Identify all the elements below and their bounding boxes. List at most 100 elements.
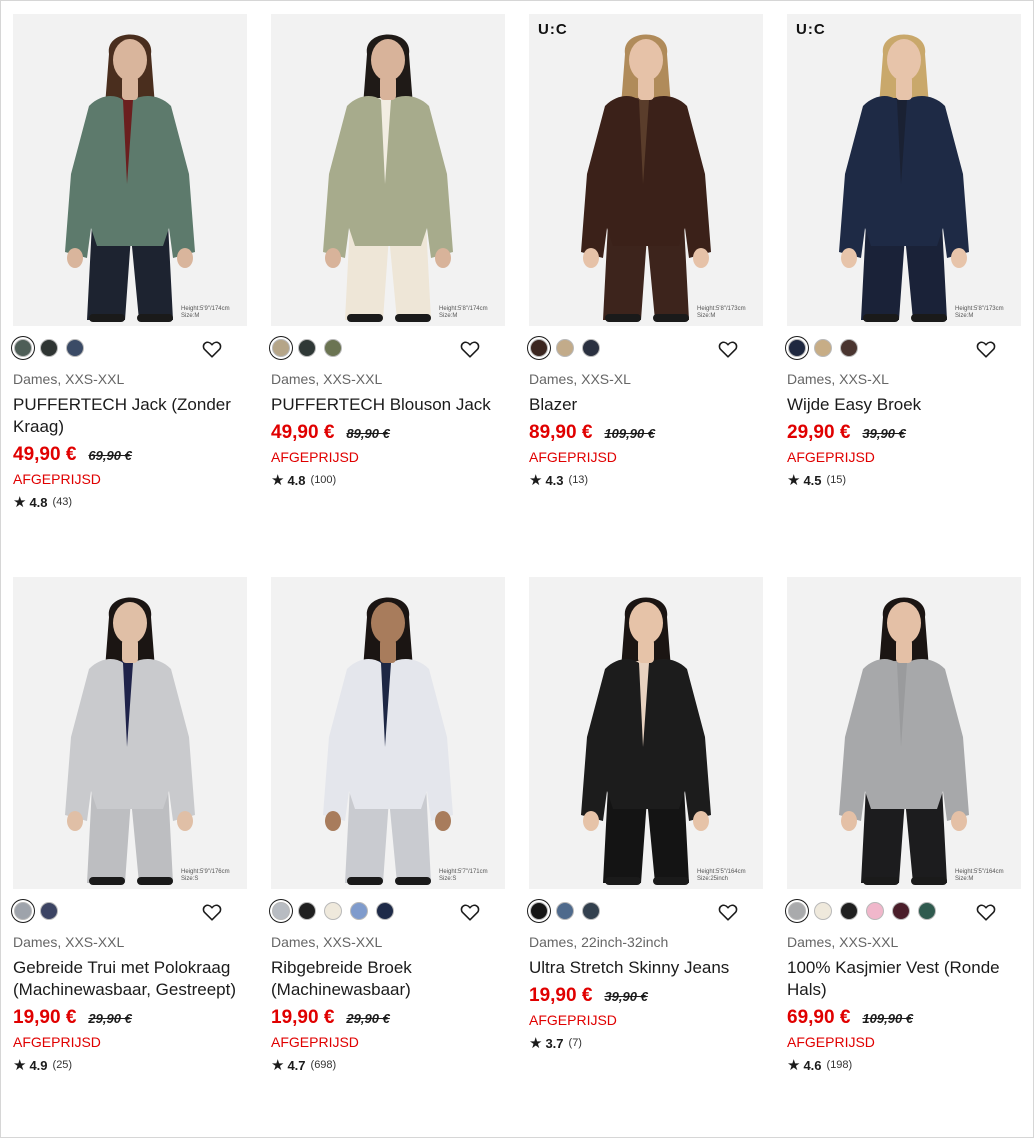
heart-outline-icon[interactable]: [717, 338, 739, 360]
heart-outline-icon[interactable]: [459, 901, 481, 923]
color-swatches: [13, 900, 247, 926]
rating-score: 4.6: [803, 1057, 822, 1073]
color-swatch[interactable]: [14, 902, 32, 920]
model-size-note: Height:5'5"/164cm Size:M: [955, 869, 1004, 882]
original-price: 29,90 €: [346, 1011, 390, 1026]
color-swatch[interactable]: [298, 339, 316, 357]
color-swatch[interactable]: [582, 339, 600, 357]
color-swatch[interactable]: [272, 339, 290, 357]
product-card[interactable]: U:C Height:5'8"/173cm Size:M Dames, XXS-…: [529, 14, 763, 489]
color-swatch[interactable]: [324, 902, 342, 920]
color-swatch[interactable]: [272, 902, 290, 920]
color-swatch[interactable]: [298, 902, 316, 920]
color-swatches: [271, 900, 505, 926]
heart-outline-icon[interactable]: [201, 338, 223, 360]
color-swatch[interactable]: [350, 902, 368, 920]
star-icon: ★: [787, 1057, 801, 1074]
color-swatches: [787, 337, 1021, 363]
product-image[interactable]: Height:5'7"/171cm Size:S: [271, 577, 505, 889]
product-card[interactable]: Height:5'7"/171cm Size:S Dames, XXS-XXL …: [271, 577, 505, 1074]
price-row: 29,90 € 39,90 €: [787, 422, 1021, 444]
color-swatch[interactable]: [840, 339, 858, 357]
color-swatch[interactable]: [530, 339, 548, 357]
product-image[interactable]: U:C Height:5'8"/173cm Size:M: [787, 14, 1021, 326]
sale-price: 19,90 €: [271, 1007, 335, 1028]
color-swatch[interactable]: [814, 339, 832, 357]
rating-score: 4.3: [545, 472, 564, 488]
color-swatch[interactable]: [788, 339, 806, 357]
review-count: (25): [52, 1059, 73, 1071]
sale-price: 19,90 €: [529, 985, 593, 1006]
color-swatch[interactable]: [66, 339, 84, 357]
color-swatch[interactable]: [866, 902, 884, 920]
product-name[interactable]: Gebreide Trui met Polokraag (Machinewasb…: [13, 957, 247, 1001]
model-photo: [323, 597, 453, 885]
product-name[interactable]: Ultra Stretch Skinny Jeans: [529, 957, 763, 979]
color-swatch[interactable]: [918, 902, 936, 920]
color-swatch[interactable]: [582, 902, 600, 920]
color-swatch[interactable]: [788, 902, 806, 920]
price-row: 19,90 € 29,90 €: [13, 1007, 247, 1029]
discount-tag: AFGEPRIJSD: [13, 1034, 101, 1050]
price-row: 49,90 € 89,90 €: [271, 422, 505, 444]
product-meta: Dames, XXS-XXL: [787, 934, 899, 950]
product-name[interactable]: Blazer: [529, 394, 763, 416]
original-price: 39,90 €: [862, 426, 906, 441]
product-rating: ★ 4.8 (100): [271, 471, 505, 489]
price-row: 89,90 € 109,90 €: [529, 422, 763, 444]
product-rating: ★ 4.9 (25): [13, 1056, 247, 1074]
product-image[interactable]: Height:5'9"/176cm Size:S: [13, 577, 247, 889]
product-name[interactable]: PUFFERTECH Blouson Jack: [271, 394, 505, 416]
heart-outline-icon[interactable]: [975, 338, 997, 360]
heart-outline-icon[interactable]: [717, 901, 739, 923]
product-card[interactable]: Height:5'9"/174cm Size:M Dames, XXS-XXL …: [13, 14, 247, 511]
model-size-note: Height:5'5"/164cm Size:25inch: [697, 869, 746, 882]
product-image[interactable]: Height:5'5"/164cm Size:M: [787, 577, 1021, 889]
model-size-note: Height:5'7"/171cm Size:S: [439, 869, 488, 882]
color-swatch[interactable]: [376, 902, 394, 920]
color-swatch[interactable]: [892, 902, 910, 920]
discount-tag: AFGEPRIJSD: [529, 449, 617, 465]
product-card[interactable]: Height:5'5"/164cm Size:M Dames, XXS-XXL …: [787, 577, 1021, 1074]
color-swatch[interactable]: [40, 339, 58, 357]
price-row: 49,90 € 69,90 €: [13, 444, 247, 466]
price-row: 19,90 € 39,90 €: [529, 985, 763, 1007]
color-swatch[interactable]: [556, 902, 574, 920]
sale-price: 49,90 €: [13, 444, 77, 465]
model-photo: [581, 597, 711, 885]
color-swatch[interactable]: [324, 339, 342, 357]
star-icon: ★: [271, 1057, 285, 1074]
discount-tag: AFGEPRIJSD: [13, 471, 101, 487]
product-image[interactable]: U:C Height:5'8"/173cm Size:M: [529, 14, 763, 326]
product-card[interactable]: Height:5'5"/164cm Size:25inch Dames, 22i…: [529, 577, 763, 1052]
product-name[interactable]: Wijde Easy Broek: [787, 394, 1021, 416]
product-image[interactable]: Height:5'8"/174cm Size:M: [271, 14, 505, 326]
color-swatch[interactable]: [840, 902, 858, 920]
product-card[interactable]: Height:5'9"/176cm Size:S Dames, XXS-XXL …: [13, 577, 247, 1074]
original-price: 29,90 €: [88, 1011, 132, 1026]
color-swatches: [13, 337, 247, 363]
original-price: 39,90 €: [604, 989, 648, 1004]
review-count: (43): [52, 496, 73, 508]
heart-outline-icon[interactable]: [975, 901, 997, 923]
color-swatch[interactable]: [556, 339, 574, 357]
color-swatch[interactable]: [40, 902, 58, 920]
product-name[interactable]: PUFFERTECH Jack (Zonder Kraag): [13, 394, 247, 438]
product-image[interactable]: Height:5'5"/164cm Size:25inch: [529, 577, 763, 889]
product-rating: ★ 4.8 (43): [13, 493, 247, 511]
color-swatch[interactable]: [14, 339, 32, 357]
color-swatches: [787, 900, 1021, 926]
product-card[interactable]: U:C Height:5'8"/173cm Size:M Dames, XXS-…: [787, 14, 1021, 489]
color-swatch[interactable]: [814, 902, 832, 920]
original-price: 109,90 €: [862, 1011, 914, 1026]
product-card[interactable]: Height:5'8"/174cm Size:M Dames, XXS-XXL …: [271, 14, 505, 489]
star-icon: ★: [529, 1035, 543, 1052]
heart-outline-icon[interactable]: [459, 338, 481, 360]
product-rating: ★ 3.7 (7): [529, 1034, 763, 1052]
brand-logo: U:C: [538, 21, 568, 38]
color-swatch[interactable]: [530, 902, 548, 920]
product-name[interactable]: 100% Kasjmier Vest (Ronde Hals): [787, 957, 1021, 1001]
product-name[interactable]: Ribgebreide Broek (Machinewasbaar): [271, 957, 505, 1001]
product-image[interactable]: Height:5'9"/174cm Size:M: [13, 14, 247, 326]
heart-outline-icon[interactable]: [201, 901, 223, 923]
